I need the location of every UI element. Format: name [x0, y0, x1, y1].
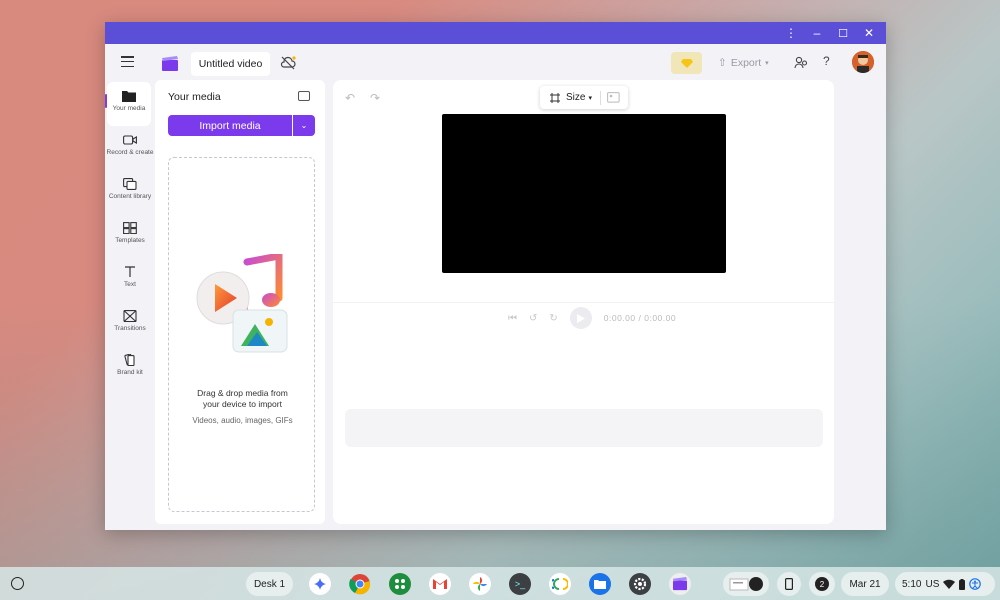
collapse-panel-icon[interactable]	[298, 91, 310, 101]
phone-icon	[785, 578, 793, 590]
media-dropzone[interactable]: Drag & drop media from your device to im…	[168, 157, 315, 512]
clipchamp-shelf-icon[interactable]	[669, 573, 691, 595]
rail-item-text[interactable]: Text	[105, 258, 155, 302]
wifi-icon	[943, 579, 956, 589]
undo-icon[interactable]: ↶	[345, 91, 355, 105]
export-button[interactable]: ⇧ Export ▾	[718, 53, 769, 73]
playback-time: 0:00.00 / 0:00.00	[603, 313, 677, 323]
hamburger-menu-icon[interactable]	[121, 56, 134, 68]
cloud-sync-off-icon[interactable]	[280, 56, 296, 70]
brand-kit-icon	[124, 354, 135, 366]
preview-area: ↶ ↷ Size ▾ ⏮ ↺ ↻ 0:00.00 / 0:00.00	[333, 80, 834, 524]
import-media-button[interactable]: Import media	[168, 115, 292, 136]
window-menu-button[interactable]: ⋮	[780, 22, 802, 44]
clock-time: 5:10	[902, 578, 922, 590]
rail-item-record-create[interactable]: Record & create	[105, 126, 155, 170]
app-bar: Untitled video ⇧ Export ▾ ?	[105, 44, 886, 82]
google-apps-icon[interactable]	[389, 573, 411, 595]
templates-icon	[123, 222, 137, 234]
forward-5-icon[interactable]: ↻	[549, 313, 557, 324]
help-icon[interactable]: ?	[823, 54, 830, 68]
transitions-icon	[123, 310, 137, 322]
play-button[interactable]	[569, 307, 592, 329]
dropzone-types: Videos, audio, images, GIFs	[192, 416, 293, 425]
desk-button[interactable]: Desk 1	[246, 572, 293, 596]
phone-hub-button[interactable]	[777, 572, 801, 596]
title-bar: ⋮ – ☐ ✕	[105, 22, 886, 44]
play-icon	[576, 313, 585, 323]
meet-icon[interactable]	[549, 573, 571, 595]
premium-button[interactable]	[671, 52, 702, 74]
clipchamp-logo-icon	[162, 56, 178, 71]
aspect-ratio-icon	[550, 92, 560, 103]
video-canvas[interactable]	[442, 114, 726, 273]
upload-icon: ⇧	[718, 57, 727, 69]
left-rail: Your media Record & create Content libra…	[105, 82, 155, 390]
dropzone-line-2: your device to import	[203, 399, 282, 409]
playback-controls: ⏮ ↺ ↻ 0:00.00 / 0:00.00	[508, 307, 676, 329]
files-icon[interactable]	[589, 573, 611, 595]
project-title[interactable]: Untitled video	[191, 52, 270, 76]
skip-back-icon[interactable]: ⏮	[508, 313, 517, 324]
minimize-button[interactable]: –	[806, 22, 828, 44]
close-button[interactable]: ✕	[858, 22, 880, 44]
library-icon	[123, 178, 137, 190]
timeline-track[interactable]	[345, 409, 823, 447]
collaborate-icon[interactable]	[794, 56, 808, 70]
settings-gear-icon[interactable]	[629, 573, 651, 595]
media-panel: Your media Import media ⌄ Drag & drop me…	[155, 80, 325, 524]
rewind-5-icon[interactable]: ↺	[529, 313, 537, 324]
avatar[interactable]	[852, 51, 874, 73]
maximize-button[interactable]: ☐	[832, 22, 854, 44]
photos-icon[interactable]	[469, 573, 491, 595]
rail-item-content-library[interactable]: Content library	[105, 170, 155, 214]
rail-item-transitions[interactable]: Transitions	[105, 302, 155, 346]
system-tray-button[interactable]: 5:10 US	[895, 572, 995, 596]
rail-item-templates[interactable]: Templates	[105, 214, 155, 258]
chevron-down-icon: ▾	[765, 60, 769, 67]
background-icon	[607, 92, 620, 103]
holding-space-button[interactable]	[723, 572, 769, 596]
chrome-icon[interactable]	[349, 573, 371, 595]
gmail-icon[interactable]	[429, 573, 451, 595]
diamond-icon	[680, 59, 693, 68]
launcher-icon[interactable]	[11, 577, 24, 590]
import-options-chevron-icon[interactable]: ⌄	[293, 115, 315, 136]
notification-button[interactable]: 2	[809, 572, 835, 596]
recent-files-icon	[729, 577, 763, 591]
locale-indicator: US	[925, 578, 940, 590]
date-button[interactable]: Mar 21	[841, 572, 889, 596]
dropzone-line-1: Drag & drop media from	[197, 388, 288, 398]
folder-icon	[122, 91, 136, 102]
text-icon	[125, 266, 135, 277]
rail-item-your-media[interactable]: Your media	[105, 82, 151, 126]
size-button[interactable]: Size ▾	[540, 86, 628, 109]
media-panel-title: Your media	[168, 91, 221, 103]
accessibility-icon	[969, 578, 982, 590]
gemini-icon[interactable]	[309, 573, 331, 595]
chevron-down-icon: ▾	[588, 94, 592, 102]
rail-item-brand-kit[interactable]: Brand kit	[105, 346, 155, 390]
chromeos-shelf: Desk 1 >_ 2 Mar 21 5:10 US	[0, 567, 1000, 600]
terminal-icon[interactable]: >_	[509, 573, 531, 595]
battery-icon	[959, 578, 966, 590]
app-window: ⋮ – ☐ ✕ Untitled video ⇧ Export ▾ ? Your…	[105, 22, 886, 530]
redo-icon[interactable]: ↷	[370, 91, 380, 105]
camera-icon	[123, 135, 137, 145]
media-illustration-icon	[196, 254, 288, 353]
